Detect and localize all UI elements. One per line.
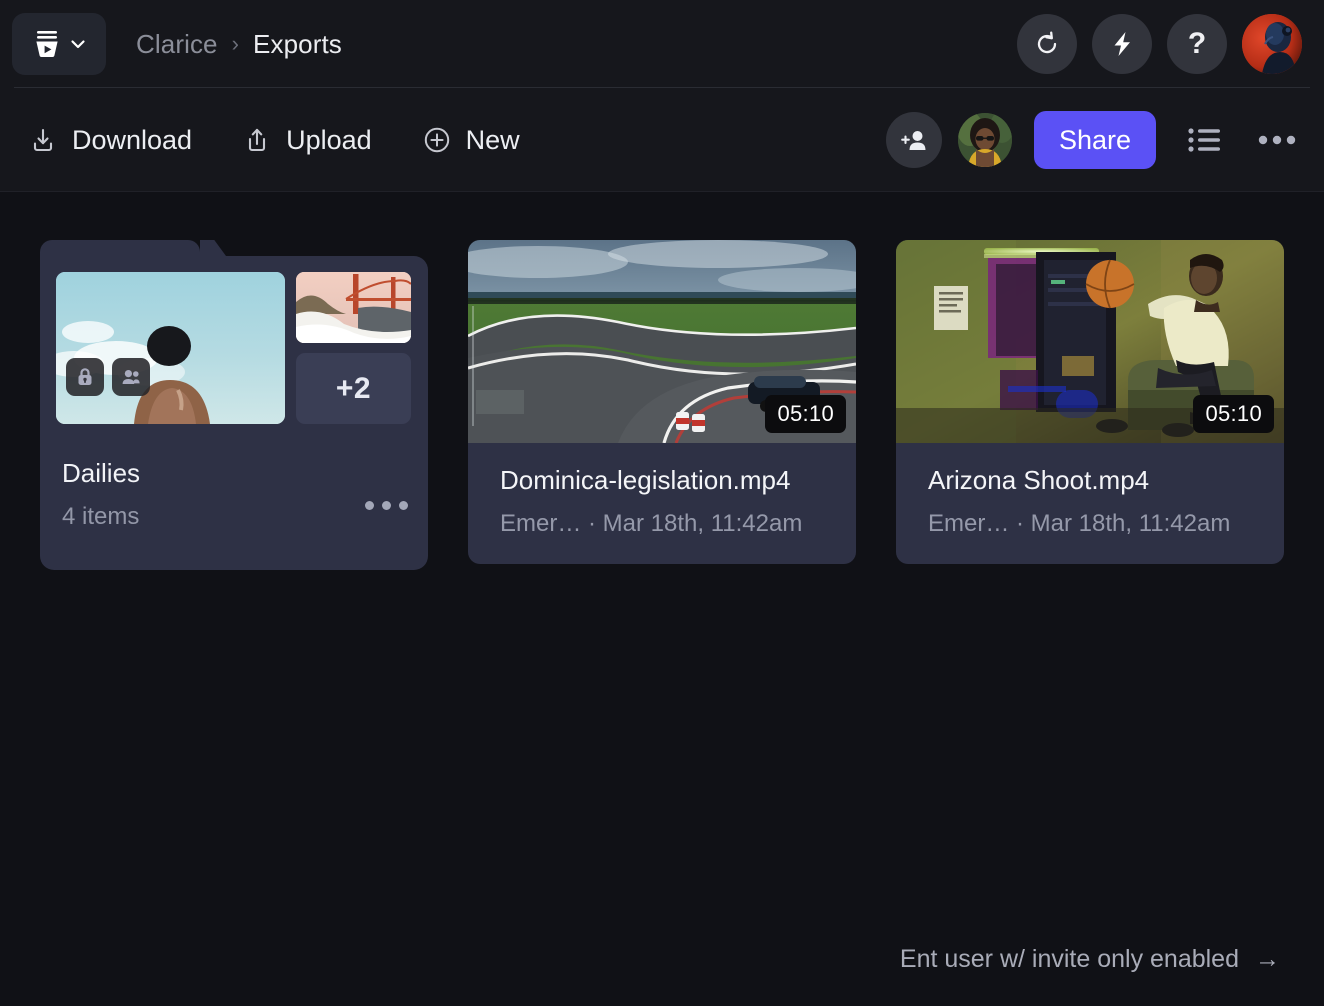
lightning-button[interactable] [1092, 14, 1152, 74]
file-thumbnail: 05:10 [468, 240, 856, 443]
folder-title: Dailies [62, 458, 141, 488]
folder-overflow-count: +2 [296, 353, 411, 424]
question-mark-icon: ? [1187, 27, 1207, 60]
add-person-icon [901, 131, 926, 150]
file-thumbnail: 05:10 [896, 240, 1284, 443]
folder-body: +2 Dailies 4 items [40, 256, 428, 570]
content-area: +2 Dailies 4 items 05:10 Dominica-legisl… [0, 192, 1324, 1006]
breadcrumb-separator-icon: › [231, 31, 240, 56]
workspace-switcher-button[interactable] [12, 13, 106, 75]
toolbar-right-group: Share [885, 111, 1300, 169]
file-subtitle: Emer… · Mar 18th, 11:42am [500, 510, 803, 537]
upload-label: Upload [286, 124, 372, 155]
golden-gate-image [296, 272, 411, 343]
upload-icon [249, 128, 266, 152]
file-title: Arizona Shoot.mp4 [928, 465, 1150, 495]
folder-thumbnails: +2 [56, 272, 412, 424]
folder-badges [66, 358, 150, 396]
arrow-right-icon: → [1255, 945, 1280, 973]
asset-grid: +2 Dailies 4 items 05:10 Dominica-legisl… [40, 240, 1284, 570]
new-button[interactable]: New [412, 119, 530, 162]
more-options-button[interactable] [1254, 117, 1300, 163]
folder-thumbnail-primary [56, 272, 285, 424]
list-view-icon [1188, 128, 1220, 152]
list-view-button[interactable] [1182, 117, 1228, 163]
dot [399, 501, 408, 510]
people-badge [112, 358, 150, 396]
frame-logo-icon [36, 31, 58, 57]
dot [382, 501, 391, 510]
folder-card-dailies[interactable]: +2 Dailies 4 items [40, 240, 428, 570]
download-label: Download [72, 124, 193, 155]
header-actions: ? [1017, 14, 1302, 74]
lightning-bolt-icon [1114, 32, 1130, 56]
folder-tab-shape [40, 240, 200, 256]
file-card-arizona[interactable]: 05:10 Arizona Shoot.mp4 Emer… · Mar 18th… [896, 240, 1284, 564]
invite-people-button[interactable] [885, 112, 942, 168]
collaborator-avatar[interactable] [957, 113, 1012, 167]
footer-hint-label: Ent user w/ invite only enabled [899, 945, 1239, 973]
upload-button[interactable]: Upload [232, 119, 382, 162]
action-toolbar: Download Upload New Share [0, 88, 1324, 192]
file-meta: Arizona Shoot.mp4 Emer… · Mar 18th, 11:4… [896, 443, 1284, 564]
share-button[interactable]: Share [1033, 111, 1156, 169]
sky-person-image [56, 272, 285, 424]
folder-thumbnail-side: +2 [296, 272, 411, 424]
help-button[interactable]: ? [1167, 14, 1227, 74]
folder-thumbnail-secondary [296, 272, 411, 343]
top-bar: Clarice › Exports ? [0, 0, 1324, 88]
download-icon [33, 128, 53, 152]
user-avatar[interactable] [1242, 14, 1302, 74]
download-button[interactable]: Download [18, 119, 202, 162]
dot [365, 501, 374, 510]
duration-badge: 05:10 [1193, 395, 1274, 433]
refresh-icon [1037, 31, 1057, 54]
avatar-image [957, 113, 1012, 167]
plus-circle-icon [424, 127, 449, 153]
people-icon [122, 370, 140, 384]
chevron-down-icon [71, 40, 85, 49]
lock-icon [78, 368, 92, 385]
refresh-button[interactable] [1017, 14, 1077, 74]
folder-meta: Dailies 4 items [56, 424, 412, 570]
more-options-icon [1258, 135, 1296, 145]
folder-item-count: 4 items [62, 503, 140, 530]
file-card-dominica[interactable]: 05:10 Dominica-legislation.mp4 Emer… · M… [468, 240, 856, 564]
breadcrumb-current[interactable]: Exports [253, 29, 342, 60]
avatar-image [1242, 14, 1302, 74]
folder-more-options-button[interactable] [365, 501, 408, 510]
duration-badge: 05:10 [765, 395, 846, 433]
footer-hint-link[interactable]: Ent user w/ invite only enabled → [900, 945, 1280, 974]
file-title: Dominica-legislation.mp4 [500, 465, 791, 495]
lock-badge [66, 358, 104, 396]
breadcrumb-root[interactable]: Clarice [136, 29, 218, 60]
file-subtitle: Emer… · Mar 18th, 11:42am [928, 510, 1231, 537]
new-label: New [465, 124, 520, 155]
file-meta: Dominica-legislation.mp4 Emer… · Mar 18t… [468, 443, 856, 564]
breadcrumb: Clarice › Exports [136, 29, 342, 60]
